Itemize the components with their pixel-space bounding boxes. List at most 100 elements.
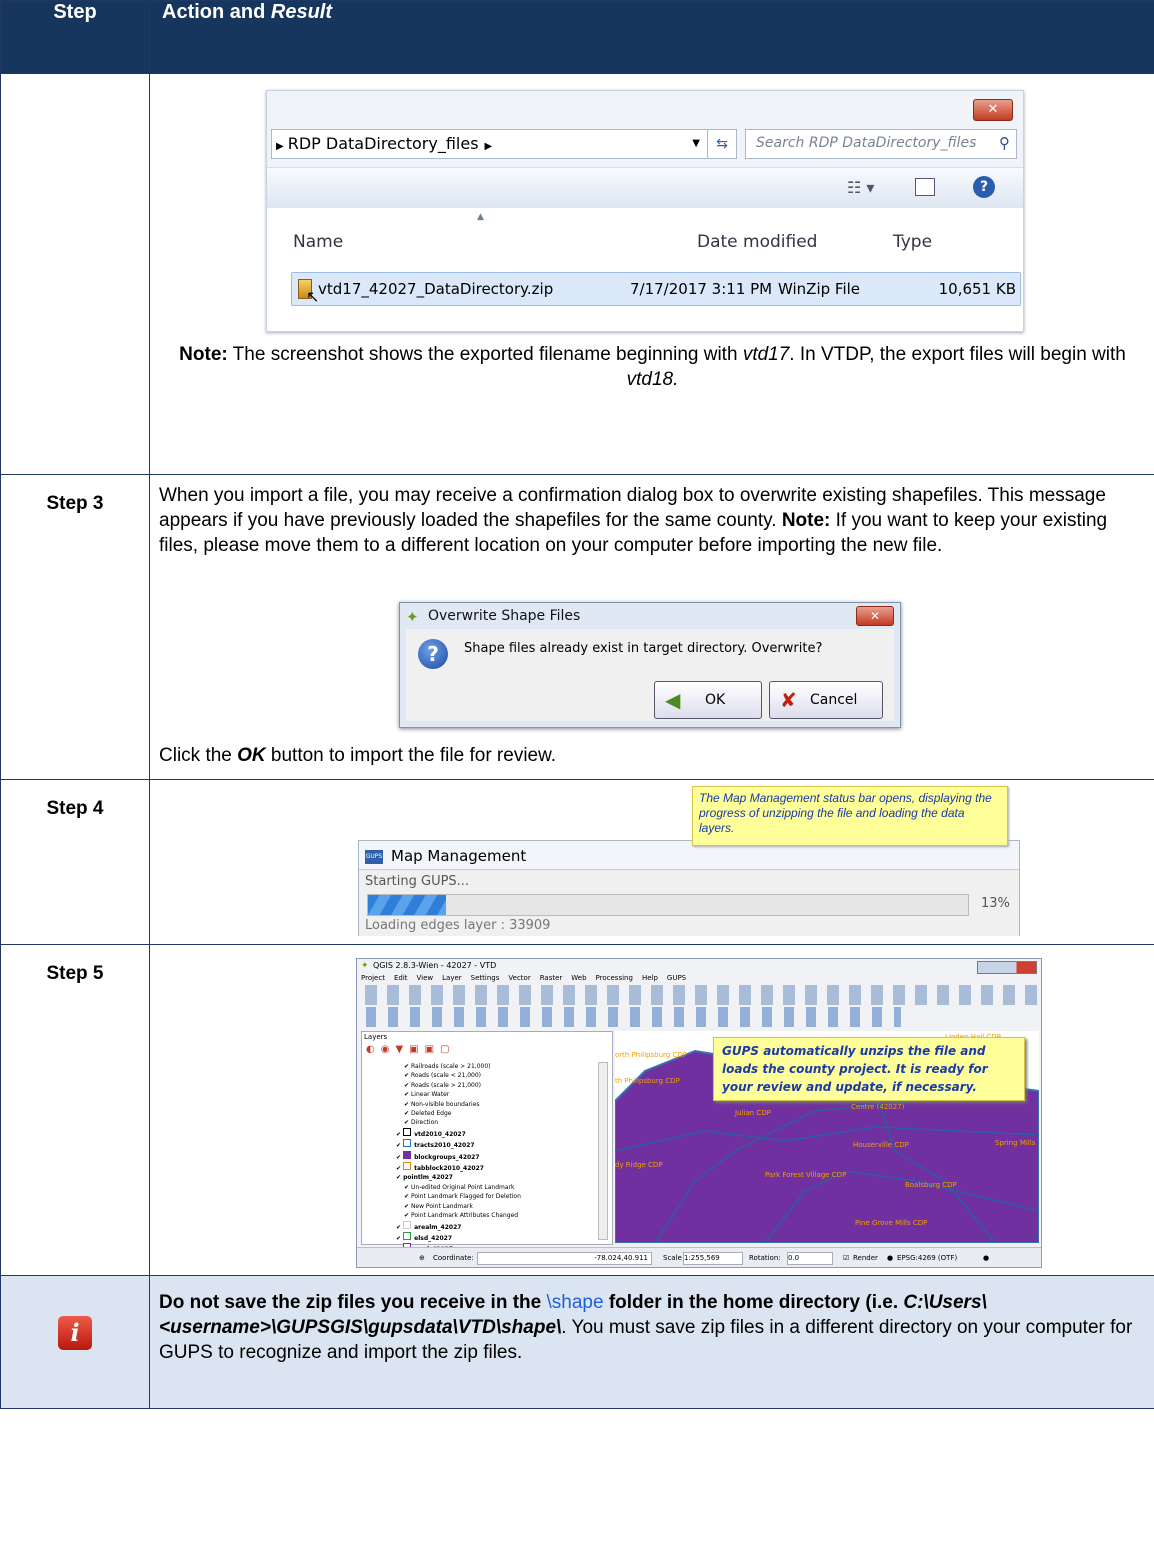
layer-checkbox[interactable]: ✔ [396, 1142, 403, 1149]
layer-item[interactable]: ✔ Railroads (scale > 21,000) [396, 1062, 596, 1071]
layer-checkbox[interactable]: ✔ [404, 1072, 411, 1079]
help-icon[interactable]: ? [973, 176, 995, 198]
place-label: Spring Mills [995, 1139, 1036, 1147]
layer-checkbox[interactable]: ✔ [404, 1119, 411, 1126]
layer-item[interactable]: ✔ elsd_42027 [396, 1231, 596, 1243]
layer-checkbox[interactable]: ✔ [404, 1091, 411, 1098]
qgis-window: ✦ QGIS 2.8.3-Wien - 42027 - VTD Project E… [356, 958, 1042, 1268]
menu-item[interactable]: Project [361, 974, 385, 982]
menu-item[interactable]: Vector [508, 974, 530, 982]
layer-label: tracts2010_42027 [414, 1142, 475, 1150]
menu-item[interactable]: View [417, 974, 434, 982]
layer-checkbox[interactable]: ✔ [404, 1082, 411, 1089]
layer-item[interactable]: ✔ Non-visible boundaries [396, 1100, 596, 1109]
place-label: dy Ridge CDP [615, 1161, 663, 1169]
dialog-title: Overwrite Shape Files [428, 608, 581, 624]
menu-item[interactable]: Processing [596, 974, 633, 982]
layer-label: vtd2010_42027 [414, 1130, 466, 1138]
menu-item[interactable]: Web [571, 974, 586, 982]
layer-checkbox[interactable]: ✔ [396, 1224, 403, 1231]
menu-item[interactable]: Edit [394, 974, 408, 982]
place-label: Boalsburg CDP [905, 1181, 957, 1189]
layer-checkbox[interactable]: ✔ [404, 1101, 411, 1108]
close-icon: ✕ [987, 102, 999, 117]
place-label: th Philipsburg CDP [615, 1077, 680, 1085]
menu-item[interactable]: Settings [471, 974, 500, 982]
shape-folder-link[interactable]: \shape [547, 1292, 604, 1313]
layer-item[interactable]: ✔ pointlm_42027 [396, 1173, 596, 1182]
layers-toolbar: ◐◉▼▣▣▢ [366, 1044, 456, 1055]
layer-item[interactable]: ✔ arealm_42027 [396, 1220, 596, 1232]
layer-item[interactable]: ✔ Direction [396, 1118, 596, 1127]
progress-panel: Starting GUPS... 13% Loading edges layer… [359, 869, 1019, 936]
menu-item[interactable]: Help [642, 974, 658, 982]
menu-item[interactable]: Layer [442, 974, 462, 982]
layer-checkbox[interactable]: ✔ [404, 1193, 411, 1200]
coordinate-input[interactable]: -78.024,40.911 [477, 1252, 652, 1265]
layer-item[interactable]: ✔ Deleted Edge [396, 1109, 596, 1118]
search-input[interactable]: Search RDP DataDirectory_files ⚲ [745, 129, 1017, 159]
search-placeholder: Search RDP DataDirectory_files [756, 135, 977, 151]
layer-item[interactable]: ✔ New Point Landmark [396, 1202, 596, 1211]
column-name[interactable]: Name [293, 232, 343, 252]
window-title: QGIS 2.8.3-Wien - 42027 - VTD [373, 961, 497, 970]
layer-item[interactable]: ✔ tabblock2010_42027 [396, 1162, 596, 1173]
render-checkbox[interactable]: ☑ [843, 1248, 849, 1267]
layer-checkbox[interactable]: ✔ [396, 1131, 403, 1138]
layer-checkbox[interactable]: ✔ [396, 1165, 403, 1172]
menu-item[interactable]: GUPS [667, 974, 686, 982]
breadcrumb[interactable]: ▶ RDP DataDirectory_files ▶ ▼ [271, 129, 709, 159]
place-label: Pine Grove Mills CDP [855, 1219, 928, 1227]
messages-icon[interactable]: ● [983, 1248, 989, 1267]
step-header: Step [0, 0, 150, 74]
layer-label: pointlm_42027 [403, 1174, 453, 1182]
file-size: 10,651 KB [938, 280, 1016, 298]
layer-checkbox[interactable]: ✔ [404, 1110, 411, 1117]
layer-item[interactable]: ✔ Un-edited Original Point Landmark [396, 1183, 596, 1192]
layer-label: Direction [410, 1119, 439, 1127]
place-label: Park Forest Village CDP [765, 1171, 847, 1179]
layer-checkbox[interactable]: ✔ [396, 1235, 403, 1242]
dropdown-arrow-icon[interactable]: ▼ [692, 130, 700, 158]
layer-checkbox[interactable]: ✔ [396, 1154, 403, 1161]
dialog-body: ? Shape files already exist in target di… [406, 629, 894, 721]
window-title: Map Management [391, 847, 527, 865]
layer-item[interactable]: ✔ Linear Water [396, 1090, 596, 1099]
action-cell: When you import a file, you may receive … [149, 474, 1154, 780]
dialog-close-button[interactable]: ✕ [856, 606, 894, 626]
layer-checkbox[interactable]: ✔ [404, 1063, 411, 1070]
ok-button[interactable]: ◀ OK [654, 681, 762, 719]
file-row[interactable]: ↖ vtd17_42027_DataDirectory.zip 7/17/201… [291, 272, 1021, 306]
place-label: orth Philipsburg CDP [615, 1051, 687, 1059]
crs-button[interactable]: EPSG:4269 (OTF) [897, 1248, 957, 1267]
layer-item[interactable]: ✔ vtd2010_42027 [396, 1127, 596, 1139]
layer-item[interactable]: ✔ blockgroups_42027 [396, 1150, 596, 1162]
close-button[interactable]: ✕ [973, 99, 1013, 121]
layer-checkbox[interactable]: ✔ [404, 1212, 411, 1219]
views-icon[interactable]: ☷ ▾ [847, 178, 874, 197]
file-name: vtd17_42027_DataDirectory.zip [318, 280, 554, 298]
status-bar: ⊕ Coordinate: -78.024,40.911 Scale 1:255… [357, 1247, 1041, 1267]
layer-label: Non-visible boundaries [410, 1100, 480, 1108]
menu-item[interactable]: Raster [540, 974, 563, 982]
layer-item[interactable]: ✔ Roads (scale < 21,000) [396, 1071, 596, 1080]
layer-item[interactable]: ✔ tracts2010_42027 [396, 1139, 596, 1150]
column-date-modified[interactable]: Date modified [697, 232, 817, 252]
layer-item[interactable]: ✔ Roads (scale > 21,000) [396, 1081, 596, 1090]
cancel-button[interactable]: ✘ Cancel [769, 681, 883, 719]
refresh-button[interactable]: ⇆ [707, 129, 737, 159]
column-type[interactable]: Type [893, 232, 932, 252]
place-label: Julian CDP [735, 1109, 771, 1117]
layer-item[interactable]: ✔ Point Landmark Attributes Changed [396, 1211, 596, 1220]
layer-checkbox[interactable]: ✔ [404, 1203, 411, 1210]
rotation-input[interactable]: 0.0 [787, 1252, 833, 1265]
toolbar-row-2 [361, 1007, 901, 1027]
layer-checkbox[interactable]: ✔ [404, 1184, 411, 1191]
step-label: Step 3 [0, 474, 150, 780]
scale-select[interactable]: 1:255,569 [683, 1252, 743, 1265]
window-controls[interactable] [977, 961, 1037, 974]
file-date: 7/17/2017 3:11 PM [630, 280, 773, 298]
layer-item[interactable]: ✔ Point Landmark Flagged for Deletion [396, 1192, 596, 1201]
layers-scrollbar[interactable] [598, 1062, 608, 1240]
preview-pane-icon[interactable] [915, 178, 935, 196]
